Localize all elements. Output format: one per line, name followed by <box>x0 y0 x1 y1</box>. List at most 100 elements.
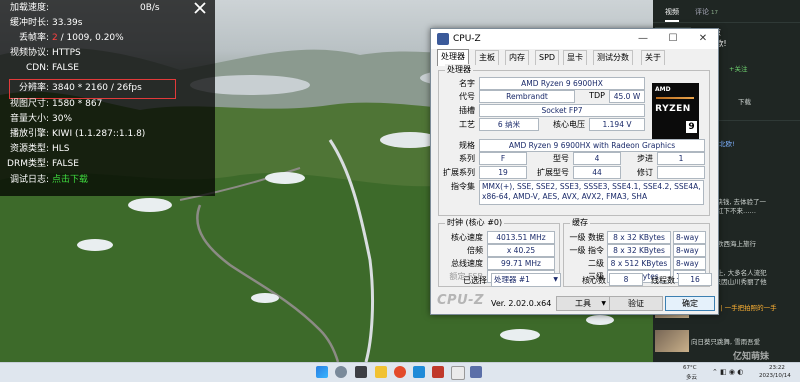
multiplier-field: x 40.25 <box>487 244 555 257</box>
revision-field <box>657 166 705 179</box>
ext-family-field: 19 <box>479 166 527 179</box>
stats-label: 播放引擎: <box>9 129 49 139</box>
l1-data-way: 8-way <box>673 231 706 244</box>
cores-field: 8 <box>609 273 643 286</box>
stats-row-view-size: 视图尺寸: 1580 * 867 <box>0 97 215 111</box>
stats-value: FALSE <box>52 63 79 73</box>
threads-label: 线程数 <box>651 276 675 285</box>
tab-mainboard[interactable]: 主板 <box>475 50 499 65</box>
stats-row-cdn: CDN: FALSE <box>0 61 215 75</box>
stats-value: 3840 * 2160 / 26fps <box>52 83 142 93</box>
window-title: CPU-Z <box>453 34 481 44</box>
tab-spd[interactable]: SPD <box>535 50 560 65</box>
close-button[interactable]: ✕ <box>688 29 718 49</box>
weather-temp: 67°C <box>683 365 697 371</box>
ok-button[interactable]: 确定 <box>665 296 715 311</box>
stats-label: 视图尺寸: <box>9 99 49 109</box>
ext-family-label: 扩展系列 <box>443 168 475 177</box>
edge-icon[interactable] <box>413 366 425 378</box>
minimize-button[interactable]: — <box>628 29 658 49</box>
stats-value: 2 / 1009, 0.20% <box>52 31 124 45</box>
group-title: 时钟 (核心 #0) <box>445 217 505 228</box>
cpu-name-field: AMD Ryzen 9 6900HX <box>479 77 645 90</box>
weather-desc: 多云 <box>686 375 698 381</box>
start-windows-icon[interactable] <box>316 366 328 378</box>
cpuz-titlebar[interactable]: CPU-Z — ☐ ✕ <box>431 29 718 49</box>
tray-icons[interactable]: ⌃ ◧ ◉ ◐ <box>712 368 743 376</box>
stats-label: DRM类型: <box>7 159 49 169</box>
stats-label: 音量大小: <box>9 114 49 124</box>
cpuz-app-icon <box>437 33 449 45</box>
cpuz-window: CPU-Z — ☐ ✕ 处理器 主板 内存 SPD 显卡 测试分数 关于 处理器… <box>430 28 719 315</box>
voltage-field: 1.194 V <box>589 118 645 131</box>
cpuz-brand: CPU-Z <box>437 293 484 308</box>
tdp-field: 45.0 W <box>609 90 645 103</box>
file-explorer-icon[interactable] <box>375 366 387 378</box>
family-label: 系列 <box>459 154 475 163</box>
stats-label: 分辨率: <box>18 83 49 93</box>
stats-row-resource-type: 资源类型: HLS <box>0 142 215 156</box>
stats-label: 视频协议: <box>9 48 49 58</box>
technology-label: 工艺 <box>459 120 475 129</box>
tab-comments[interactable]: 评论 17 <box>695 7 718 17</box>
bus-speed-label: 总线速度 <box>451 259 483 268</box>
close-icon[interactable] <box>193 1 207 15</box>
tab-about[interactable]: 关于 <box>641 50 665 65</box>
tab-bench[interactable]: 测试分数 <box>593 50 633 65</box>
stepping-field: 1 <box>657 152 705 165</box>
version-label: Ver. 2.02.0.x64 <box>491 299 552 308</box>
chevron-down-icon: ▼ <box>601 300 606 307</box>
taskbar: 67°C 多云 ⌃ ◧ ◉ ◐ 23:22 2023/10/14 <box>0 362 800 382</box>
ryzen-wordmark: RYZEN <box>655 104 691 114</box>
stats-row-buffer: 缓冲时长: 33.39s <box>0 16 215 30</box>
tools-button[interactable]: 工具 ▼ <box>556 296 610 311</box>
stats-row-protocol: 视频协议: HTTPS <box>0 46 215 60</box>
cores-label: 核心数 <box>582 276 606 285</box>
task-view-icon[interactable] <box>355 366 367 378</box>
chevron-down-icon: ▼ <box>553 276 558 283</box>
technology-field: 6 纳米 <box>479 118 539 131</box>
l1-inst-label: 一级 指令 <box>569 246 604 255</box>
stats-value: HLS <box>52 144 70 154</box>
watermark: 亿知萌妹 <box>733 352 770 362</box>
app-icon[interactable] <box>451 366 465 380</box>
browser-icon[interactable] <box>394 366 406 378</box>
stats-value: 33.39s <box>52 18 83 28</box>
related-title[interactable]: 向日葵只跳舞, 雪雨吾爱 <box>691 336 799 346</box>
instructions-label: 指令集 <box>451 182 475 191</box>
stats-label: 缓冲时长: <box>9 18 49 28</box>
multiplier-label: 倍频 <box>467 246 483 255</box>
validate-button[interactable]: 验证 <box>609 296 663 311</box>
package-label: 插槽 <box>459 106 475 115</box>
search-icon[interactable] <box>335 366 347 378</box>
video-stats-overlay: 加载速度: 0B/s 缓冲时长: 33.39s 丢帧率: 2 / 1009, 0… <box>0 0 215 196</box>
amd-wordmark: AMD <box>655 86 671 93</box>
l2-way: 8-way <box>673 257 706 270</box>
aida64-icon[interactable] <box>432 366 444 378</box>
tools-button-label: 工具 <box>575 299 591 308</box>
processor-select-value: 处理器 #1 <box>494 275 530 284</box>
follow-button[interactable]: +关注 <box>729 63 800 73</box>
related-thumbnail[interactable] <box>655 330 689 352</box>
divider <box>653 22 800 23</box>
tab-memory[interactable]: 内存 <box>505 50 529 65</box>
amd-ryzen-logo: AMD RYZEN 9 <box>652 83 699 139</box>
selection-label: 已选择 <box>463 276 487 285</box>
tab-video[interactable]: 视频 <box>665 7 679 17</box>
processor-group: 处理器 名字 AMD Ryzen 9 6900HX 代号 Rembrandt T… <box>438 64 710 216</box>
download-button[interactable]: 下载 <box>738 96 800 106</box>
stats-value: KIWI (1.1.287::1.1.8) <box>52 129 146 139</box>
maximize-button[interactable]: ☐ <box>658 29 688 49</box>
voltage-label: 核心电压 <box>553 120 585 129</box>
core-speed-label: 核心速度 <box>451 233 483 242</box>
group-title: 处理器 <box>445 64 473 75</box>
tdp-label: TDP <box>589 91 605 100</box>
logo-bar <box>656 97 694 99</box>
stats-row-engine: 播放引擎: KIWI (1.1.287::1.1.8) <box>0 127 215 141</box>
stats-row-load-speed: 加载速度: 0B/s <box>0 1 215 15</box>
cpuz-taskbar-icon[interactable] <box>470 366 482 378</box>
tab-graphics[interactable]: 显卡 <box>563 50 587 65</box>
processor-select[interactable]: 处理器 #1 ▼ <box>491 273 561 287</box>
l1-inst-size: 8 x 32 KBytes <box>607 244 671 257</box>
download-log-link[interactable]: 点击下载 <box>52 173 88 187</box>
